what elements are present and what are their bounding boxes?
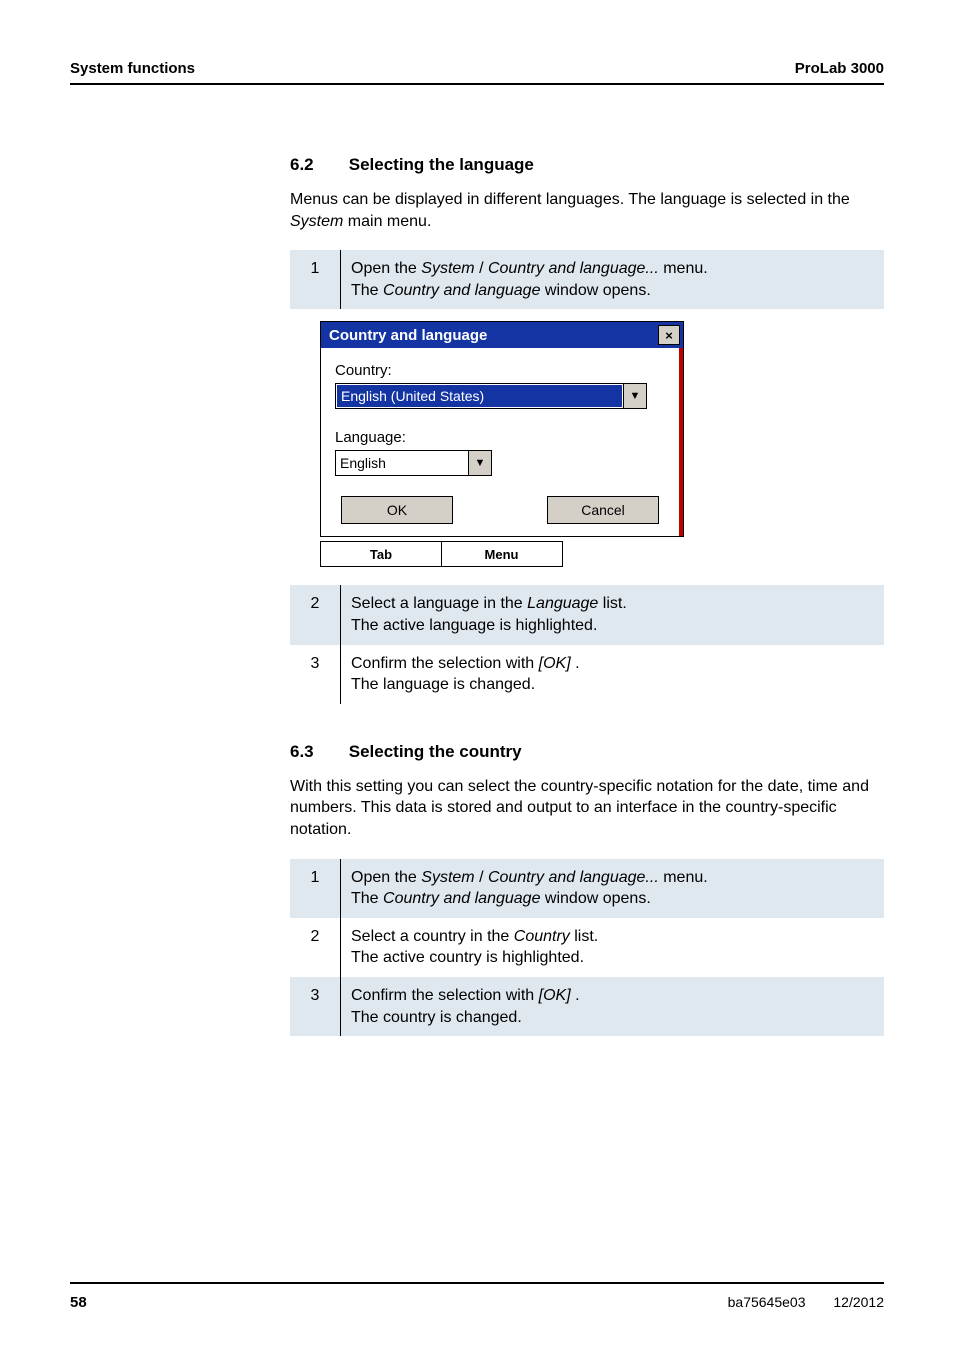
steps-table-6-2b: 2 Select a language in the Language list… — [290, 585, 884, 703]
header-left: System functions — [70, 60, 195, 77]
step-text: Open the System / Country and language..… — [341, 250, 885, 309]
section-6-3-intro: With this setting you can select the cou… — [290, 776, 884, 841]
section-6-2-heading: 6.2 Selecting the language — [290, 155, 884, 175]
section-number: 6.3 — [290, 742, 344, 762]
step-text: Confirm the selection with [OK] . The la… — [341, 645, 885, 704]
country-combo[interactable]: English (United States) ▼ — [335, 383, 647, 409]
language-value: English — [336, 451, 468, 475]
steps-table-6-3: 1 Open the System / Country and language… — [290, 859, 884, 1037]
country-value: English (United States) — [337, 385, 622, 407]
step-number: 1 — [290, 250, 341, 309]
section-title: Selecting the language — [349, 155, 534, 174]
menu-box: Menu — [441, 541, 563, 567]
step-text: Confirm the selection with [OK] . The co… — [341, 977, 885, 1036]
section-title: Selecting the country — [349, 742, 522, 761]
dialog-titlebar: Country and language × — [321, 322, 683, 348]
intro-italic: System — [290, 213, 343, 230]
page-number: 58 — [70, 1294, 87, 1311]
ok-button[interactable]: OK — [341, 496, 453, 524]
steps-table-6-2a: 1 Open the System / Country and language… — [290, 250, 884, 309]
language-label: Language: — [335, 429, 665, 446]
doc-date: 12/2012 — [833, 1294, 884, 1310]
intro-text-end: main menu. — [343, 213, 431, 230]
doc-id: ba75645e03 — [728, 1294, 806, 1310]
country-label: Country: — [335, 362, 665, 379]
dialog-screenshot: Country and language × Country: English … — [320, 321, 682, 567]
language-combo[interactable]: English ▼ — [335, 450, 492, 476]
intro-text: Menus can be displayed in different lang… — [290, 191, 850, 208]
tab-box: Tab — [320, 541, 442, 567]
cancel-button[interactable]: Cancel — [547, 496, 659, 524]
dialog-title: Country and language — [329, 327, 487, 344]
step-number: 3 — [290, 977, 341, 1036]
step-number: 3 — [290, 645, 341, 704]
step-number: 2 — [290, 918, 341, 977]
footer: 58 ba75645e03 12/2012 — [70, 1282, 884, 1311]
chevron-down-icon[interactable]: ▼ — [623, 384, 646, 408]
step-text: Select a language in the Language list. … — [341, 585, 885, 644]
step-text: Select a country in the Country list. Th… — [341, 918, 885, 977]
section-number: 6.2 — [290, 155, 344, 175]
section-6-2-intro: Menus can be displayed in different lang… — [290, 189, 884, 232]
close-icon[interactable]: × — [658, 325, 680, 345]
step-text: Open the System / Country and language..… — [341, 859, 885, 918]
step-number: 2 — [290, 585, 341, 644]
section-6-3-heading: 6.3 Selecting the country — [290, 742, 884, 762]
header-right: ProLab 3000 — [795, 60, 884, 77]
step-number: 1 — [290, 859, 341, 918]
chevron-down-icon[interactable]: ▼ — [468, 451, 491, 475]
